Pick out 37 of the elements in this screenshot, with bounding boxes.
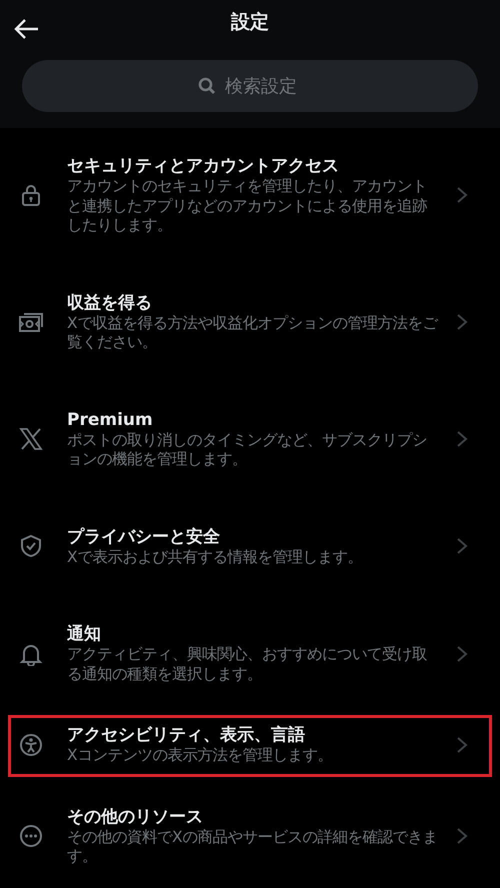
item-title: セキュリティとアカウントアクセス [67,155,340,177]
item-title: プライバシーと安全 [67,526,221,548]
back-button[interactable] [14,16,40,38]
more-icon [19,824,43,848]
item-title: 収益を得る [67,292,153,314]
item-description: その他の資料でXの商品やサービスの詳細を確認できます。 [67,828,439,866]
chevron-right-icon [456,537,468,556]
item-description: ポストの取り消しのタイミングなど、サブスクリプションの機能を管理します。 [67,430,428,470]
chevron-right-icon [456,430,468,448]
item-description: Xコンテンツの表示方法を管理します。 [67,746,334,766]
chevron-right-icon [456,313,468,331]
settings-item[interactable]: Premium ポストの取り消しのタイミングなど、サブスクリプションの機能を管理します。 [8,382,492,498]
settings-item[interactable]: セキュリティとアカウントアクセス アカウントのセキュリティを管理したり、アカウントと連携したアプリなどのアカウントによる使用を追跡したりします。 [8,128,492,264]
x-logo-icon [19,427,43,451]
chevron-right-icon [456,644,468,662]
settings-item[interactable]: 通知 アクティビティ、興味関心、おすすめについて受け取る通知の種類を選択します。 [8,596,492,713]
item-description: Xで表示および共有する情報を管理します。 [67,548,364,567]
item-title: アクセシビリティ、表示、言語 [67,724,306,746]
settings-item[interactable]: プライバシーと安全 Xで表示および共有する情報を管理します。 [8,498,492,596]
item-title: Premium [67,408,154,430]
shield-icon [19,534,43,558]
page-title: 設定 [231,10,269,35]
item-title: その他のリソース [67,806,204,828]
chevron-right-icon [456,827,468,845]
settings-item[interactable]: その他のリソース その他の資料でXの商品やサービスの詳細を確認できます。 [8,778,492,888]
lock-icon [19,183,43,208]
item-description: アカウントのセキュリティを管理したり、アカウントと連携したアプリなどのアカウントによる使用を追跡したりします。 [67,177,428,236]
settings-item[interactable]: 収益を得る Xで収益を得る方法や収益化オプションの管理方法をご覧ください。 [8,264,492,382]
item-description: アクティビティ、興味関心、おすすめについて受け取る通知の種類を選択します。 [67,645,428,684]
search-field[interactable]: 検索設定 [22,60,478,112]
item-description: Xで収益を得る方法や収益化オプションの管理方法をご覧ください。 [67,314,440,352]
chevron-right-icon [456,736,468,754]
highlighted-settings-item[interactable]: アクセシビリティ、表示、言語 Xコンテンツの表示方法を管理します。 [8,715,492,776]
banknote-icon [19,310,43,334]
chevron-right-icon [456,186,468,204]
item-title: 通知 [67,623,102,645]
accessibility-icon [19,732,43,757]
